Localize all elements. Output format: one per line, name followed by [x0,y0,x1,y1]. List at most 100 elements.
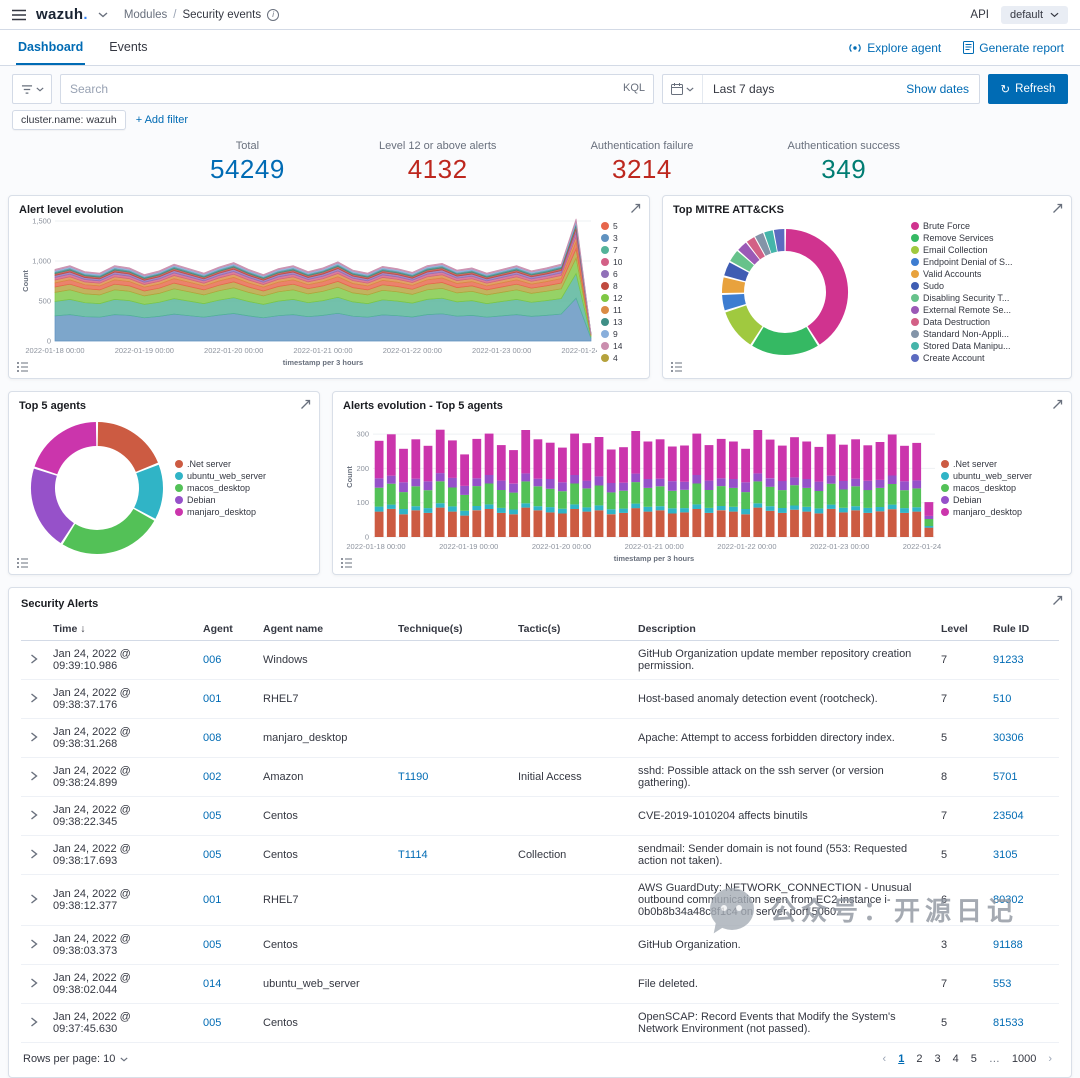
expand-panel-icon[interactable] [300,399,311,410]
legend-item[interactable]: 4 [601,353,637,363]
legend-toggle-icon[interactable] [671,362,683,372]
legend-item[interactable]: 13 [601,317,637,327]
pagination-page-5[interactable]: 5 [966,1051,982,1067]
column-header-description[interactable]: Description [632,618,935,641]
legend-item[interactable]: 9 [601,329,637,339]
cell-rule-id-link[interactable]: 80302 [987,874,1059,926]
column-header-agent-name[interactable]: Agent name [257,618,392,641]
legend-item[interactable]: 14 [601,341,637,351]
legend-item[interactable]: ubuntu_web_server [175,471,299,481]
add-filter-link[interactable]: + Add filter [136,114,188,126]
show-dates-link[interactable]: Show dates [906,82,979,96]
column-header-time[interactable]: Time ↓ [47,618,197,641]
explore-agent-button[interactable]: Explore agent [848,41,941,55]
column-header-technique-s-[interactable]: Technique(s) [392,618,512,641]
cell-agent-id-link[interactable]: 014 [197,964,257,1004]
cell-technique[interactable]: T1190 [392,757,512,797]
filter-chip-cluster-name[interactable]: cluster.name: wazuh [12,110,126,130]
expand-panel-icon[interactable] [1052,595,1063,606]
legend-item[interactable]: Stored Data Manipu... [911,341,1043,351]
calendar-menu-button[interactable] [663,75,703,103]
cell-rule-id-link[interactable]: 3105 [987,835,1059,875]
wazuh-logo[interactable]: wazuh. [36,6,88,23]
column-header-agent[interactable]: Agent [197,618,257,641]
legend-item[interactable]: Brute Force [911,221,1043,231]
legend-item[interactable]: Sudo [911,281,1043,291]
legend-toggle-icon[interactable] [17,558,29,568]
cell-rule-id-link[interactable]: 91233 [987,640,1059,680]
legend-item[interactable]: 6 [601,269,637,279]
legend-item[interactable]: .Net server [175,459,299,469]
cell-rule-id-link[interactable]: 30306 [987,718,1059,758]
column-header-level[interactable]: Level [935,618,987,641]
expand-panel-icon[interactable] [630,203,641,214]
legend-item[interactable]: ubuntu_web_server [941,471,1059,481]
cell-agent-id-link[interactable]: 006 [197,640,257,680]
column-header-tactic-s-[interactable]: Tactic(s) [512,618,632,641]
row-expand-chevron-icon[interactable] [21,796,47,836]
pagination-page-2[interactable]: 2 [911,1051,927,1067]
legend-item[interactable]: 8 [601,281,637,291]
legend-item[interactable]: .Net server [941,459,1059,469]
cell-agent-id-link[interactable]: 008 [197,718,257,758]
legend-item[interactable]: Standard Non-Appli... [911,329,1043,339]
cell-rule-id-link[interactable]: 510 [987,679,1059,719]
legend-item[interactable]: 7 [601,245,637,255]
pagination-page-1000[interactable]: 1000 [1007,1051,1041,1067]
row-expand-chevron-icon[interactable] [21,925,47,965]
saved-query-menu-button[interactable] [12,74,52,104]
column-header-rule-id[interactable]: Rule ID [987,618,1059,641]
cell-agent-id-link[interactable]: 002 [197,757,257,797]
cell-rule-id-link[interactable]: 5701 [987,757,1059,797]
legend-item[interactable]: Debian [175,495,299,505]
app-menu-chevron-down-icon[interactable] [98,11,108,18]
tab-dashboard[interactable]: Dashboard [16,30,86,65]
legend-item[interactable]: macos_desktop [175,483,299,493]
legend-item[interactable]: manjaro_desktop [175,507,299,517]
refresh-button[interactable]: ↻ Refresh [988,74,1068,104]
legend-item[interactable]: 5 [601,221,637,231]
row-expand-chevron-icon[interactable] [21,757,47,797]
legend-item[interactable]: macos_desktop [941,483,1059,493]
legend-item[interactable]: Create Account [911,353,1043,363]
generate-report-button[interactable]: Generate report [963,41,1064,55]
breadcrumb-modules[interactable]: Modules [124,9,167,21]
cell-agent-id-link[interactable]: 005 [197,796,257,836]
legend-item[interactable]: Email Collection [911,245,1043,255]
cell-rule-id-link[interactable]: 23504 [987,796,1059,836]
legend-item[interactable]: Debian [941,495,1059,505]
expand-panel-icon[interactable] [1052,203,1063,214]
cell-rule-id-link[interactable]: 91188 [987,925,1059,965]
menu-hamburger-icon[interactable] [12,9,26,21]
tab-events[interactable]: Events [107,30,149,65]
expand-panel-icon[interactable] [1052,399,1063,410]
row-expand-chevron-icon[interactable] [21,1003,47,1043]
search-input[interactable] [60,74,654,104]
legend-item[interactable]: manjaro_desktop [941,507,1059,517]
legend-toggle-icon[interactable] [17,362,29,372]
pagination-prev-button[interactable]: ‹ [878,1051,892,1067]
row-expand-chevron-icon[interactable] [21,640,47,680]
row-expand-chevron-icon[interactable] [21,874,47,926]
legend-toggle-icon[interactable] [341,558,353,568]
cell-agent-id-link[interactable]: 001 [197,874,257,926]
pagination-next-button[interactable]: › [1043,1051,1057,1067]
cell-agent-id-link[interactable]: 005 [197,1003,257,1043]
rows-per-page-select[interactable]: Rows per page: 10 [23,1053,128,1065]
cell-agent-id-link[interactable]: 005 [197,925,257,965]
pagination-page-1[interactable]: 1 [893,1051,909,1067]
legend-item[interactable]: 12 [601,293,637,303]
legend-item[interactable]: Data Destruction [911,317,1043,327]
row-expand-chevron-icon[interactable] [21,964,47,1004]
legend-item[interactable]: Endpoint Denial of S... [911,257,1043,267]
row-expand-chevron-icon[interactable] [21,835,47,875]
row-expand-chevron-icon[interactable] [21,718,47,758]
cell-rule-id-link[interactable]: 553 [987,964,1059,1004]
legend-item[interactable]: Valid Accounts [911,269,1043,279]
legend-item[interactable]: Disabling Security T... [911,293,1043,303]
cell-agent-id-link[interactable]: 001 [197,679,257,719]
row-expand-chevron-icon[interactable] [21,679,47,719]
cell-agent-id-link[interactable]: 005 [197,835,257,875]
info-icon[interactable]: i [267,8,280,21]
legend-item[interactable]: 11 [601,305,637,315]
